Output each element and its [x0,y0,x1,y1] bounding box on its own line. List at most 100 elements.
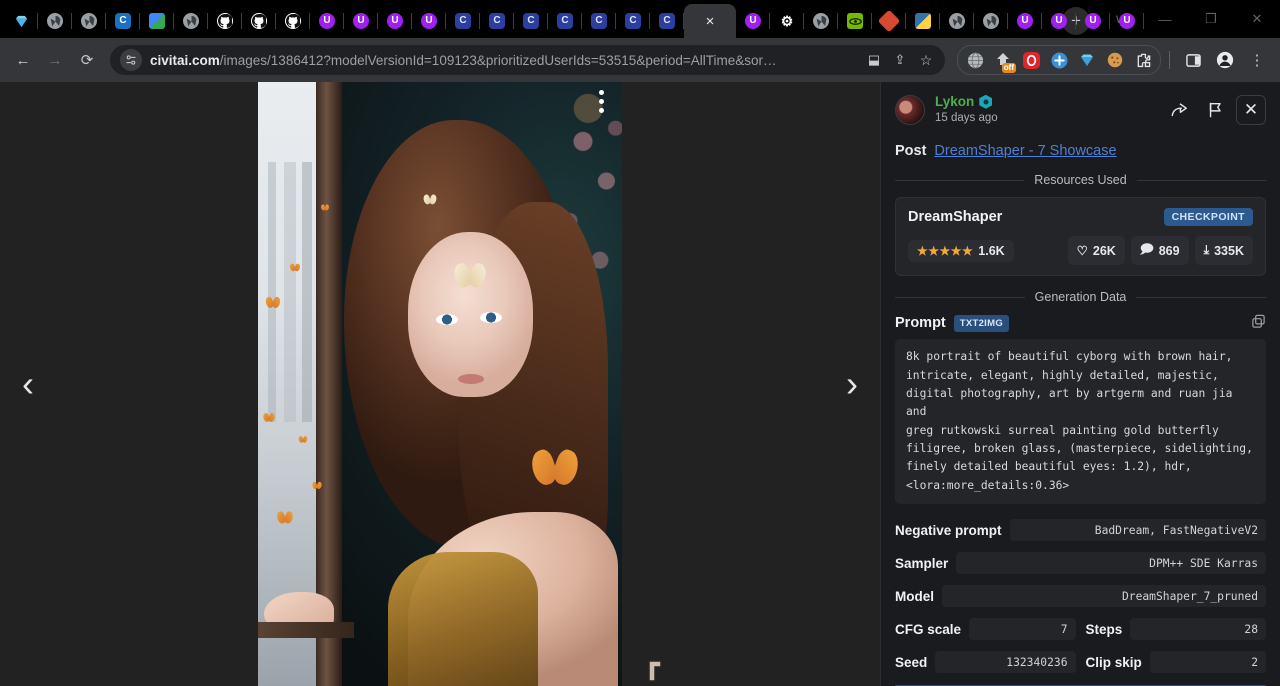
tab-civitai-2[interactable]: C [446,4,480,38]
tab-chrome-5[interactable] [940,4,974,38]
share-icon[interactable] [1164,95,1194,125]
tab-github-2[interactable] [242,4,276,38]
tab-python[interactable] [906,4,940,38]
butterfly-icon [299,436,307,443]
globe-icon [47,13,63,29]
details-sidebar: Lykon 15 days ago [880,82,1280,686]
prompt-type-tag: TXT2IMG [954,315,1009,332]
report-flag-icon[interactable] [1200,95,1230,125]
python-icon [915,13,931,29]
artwork-dress [388,552,538,686]
tab-chrome-3[interactable] [174,4,208,38]
previous-image-button[interactable]: ‹ [6,363,50,405]
site-settings-icon[interactable] [120,49,142,71]
param-value: 28 [1130,618,1266,640]
generation-parameters: Negative promptBadDream, FastNegativeV2S… [881,504,1280,679]
github-icon [285,13,301,29]
param-key: Sampler [895,556,948,571]
close-tab-icon[interactable]: × [706,14,715,29]
minimize-button[interactable]: — [1142,4,1188,34]
address-bar[interactable]: civitai.com/images/1386412?modelVersionI… [110,45,945,75]
extension-recorder[interactable] [1018,47,1044,73]
tab-github-3[interactable] [276,4,310,38]
extension-globe[interactable] [962,47,988,73]
avatar[interactable] [895,95,925,125]
comments-pill[interactable]: 🗩 869 [1131,236,1189,265]
tab-civitai-6[interactable]: C [582,4,616,38]
civitai-icon: C [115,13,131,29]
browser-toolbar: ← → ⟳ civitai.com/images/1386412?modelVe… [0,38,1280,82]
tab-settings[interactable]: ⚙ [770,4,804,38]
three-dot-menu-icon[interactable]: ⋮ [1242,45,1272,75]
tab-github-1[interactable] [208,4,242,38]
tab-chrome-1[interactable] [38,4,72,38]
post-link[interactable]: DreamShaper - 7 Showcase [934,143,1116,159]
tab-nvidia[interactable] [838,4,872,38]
star-rating-icon: ★★★★★ [917,244,973,258]
back-icon[interactable]: ← [8,45,38,75]
extensions-bar: off [957,45,1161,75]
url-path: /images/1386412?modelVersionId=109123&pr… [220,53,777,68]
likes-pill[interactable]: ♡ 26K [1068,236,1125,265]
resource-title[interactable]: DreamShaper [908,209,1002,225]
tab-chrome-4[interactable] [804,4,838,38]
maximize-button[interactable]: ❐ [1188,4,1234,34]
likes-count: 26K [1093,244,1116,258]
image-options-menu[interactable] [599,90,604,113]
butterfly-icon [312,482,321,489]
share-icon[interactable]: ⇪ [887,47,913,73]
tab-udemy-6[interactable]: U [1008,4,1042,38]
downloads-pill[interactable]: ⤓ 335K [1195,236,1253,265]
tab-udemy-4[interactable]: U [412,4,446,38]
tab-udemy-5[interactable]: U [736,4,770,38]
image-viewer: ‹ › [0,82,880,686]
tab-civitai-4[interactable]: C [514,4,548,38]
tab-civitai-5[interactable]: C [548,4,582,38]
tab-udemy-7[interactable]: U [1042,4,1076,38]
tab-red-diamond[interactable] [872,4,906,38]
tab-civitai-1[interactable]: C [106,4,140,38]
prompt-text[interactable]: 8k portrait of beautiful cyborg with bro… [895,339,1266,503]
rating-pill[interactable]: ★★★★★ 1.6K [908,240,1014,262]
tab-diamond[interactable] [4,4,38,38]
next-image-button[interactable]: › [830,363,874,405]
tab-udemy-2[interactable]: U [344,4,378,38]
resource-card[interactable]: DreamShaper CHECKPOINT ★★★★★ 1.6K ♡ 26K [895,197,1266,276]
tab-store[interactable] [140,4,174,38]
close-window-button[interactable]: ✕ [1234,4,1280,34]
extension-plus[interactable] [1046,47,1072,73]
heart-icon: ♡ [1077,243,1088,258]
tab-udemy-1[interactable]: U [310,4,344,38]
install-app-icon[interactable]: ⬓ [861,47,887,73]
tab-udemy-8[interactable]: U [1076,4,1110,38]
close-sidebar-button[interactable]: ✕ [1236,95,1266,125]
param-value: BadDream, FastNegativeV2 [1010,519,1266,541]
username[interactable]: Lykon [935,94,974,110]
tab-active-civitai[interactable]: × [684,4,736,38]
tab-udemy-9[interactable]: U [1110,4,1144,38]
extension-cookie[interactable] [1102,47,1128,73]
extensions-puzzle[interactable] [1130,47,1156,73]
tab-civitai-8[interactable]: C [650,4,684,38]
artwork-lips [458,374,484,384]
verified-hex-badge-icon [979,95,992,109]
tab-chrome-6[interactable] [974,4,1008,38]
forward-icon[interactable]: → [40,45,70,75]
side-panel-icon[interactable] [1178,45,1208,75]
u-badge-icon: U [1119,13,1135,29]
profile-avatar-icon[interactable] [1210,45,1240,75]
copy-icon[interactable] [1251,314,1266,332]
param-row: ModelDreamShaper_7_pruned [895,580,1266,613]
extension-diamond[interactable] [1074,47,1100,73]
butterfly-icon [266,297,280,308]
tab-civitai-3[interactable]: C [480,4,514,38]
artwork-image[interactable] [258,82,622,686]
tab-chrome-2[interactable] [72,4,106,38]
reload-icon[interactable]: ⟳ [72,45,102,75]
prompt-label: Prompt [895,315,946,331]
bookmark-star-icon[interactable]: ☆ [913,47,939,73]
extension-off-badge[interactable]: off [990,47,1016,73]
tab-civitai-7[interactable]: C [616,4,650,38]
tab-udemy-3[interactable]: U [378,4,412,38]
tab-list: CUUUUCCCCCCC×U⚙UUUU [4,0,1056,38]
